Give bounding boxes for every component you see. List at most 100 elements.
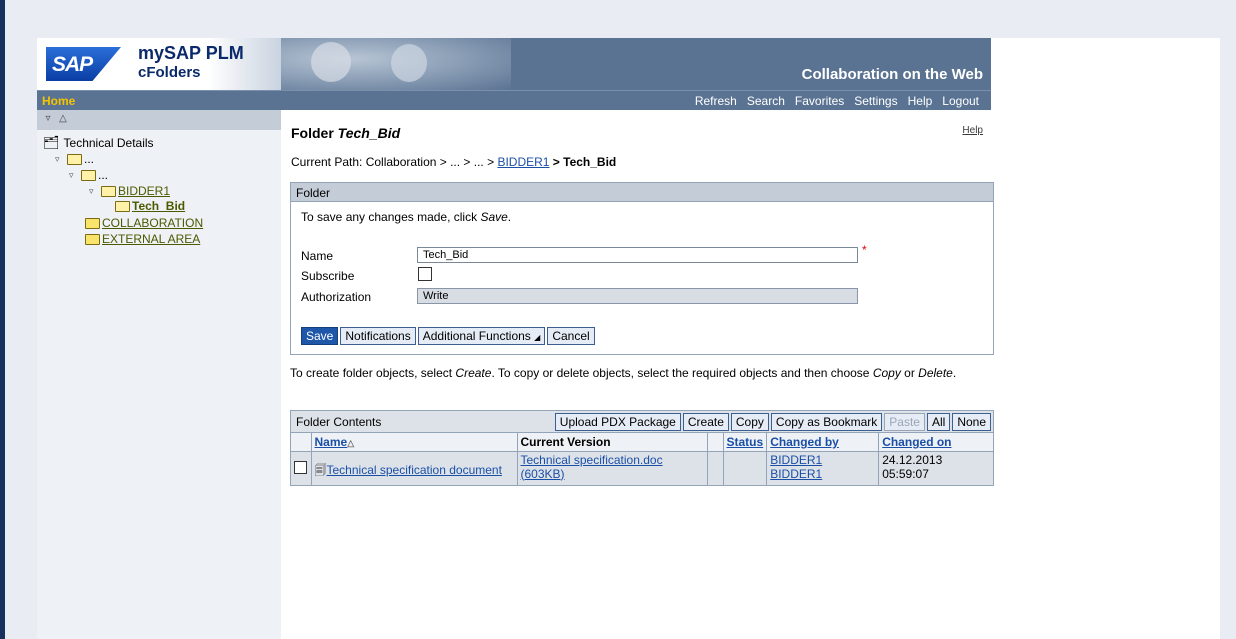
window-left-border [0,0,5,639]
cancel-button[interactable]: Cancel [547,327,595,345]
tree-item-label[interactable]: BIDDER1 [118,184,170,198]
copy-button[interactable]: Copy [730,413,769,431]
expand-icon[interactable]: ▿ [89,186,99,197]
folder-open-icon [81,169,96,181]
nav-search[interactable]: Search [747,94,785,108]
dropdown-arrow-icon: ◢ [534,333,541,342]
row-changed-on-cell: 24.12.2013 05:59:07 [878,451,993,485]
header-tagline: Collaboration on the Web [801,66,983,83]
create-button[interactable]: Create [682,413,729,431]
create-hint: To create folder objects, select Create.… [290,366,957,380]
tree-item-label[interactable]: EXTERNAL AREA [102,232,200,246]
home-link[interactable]: Home [42,94,75,108]
select-none-button[interactable]: None [952,413,991,431]
tree-item-level1[interactable]: ▿ ... [55,152,94,166]
tree-item-label[interactable]: COLLABORATION [102,216,203,230]
folder-panel-title: Folder [291,183,993,202]
tree-item-level2[interactable]: ▿ ... [69,168,108,182]
folder-contents: Folder Contents Upload PDX Package Creat… [290,410,994,486]
nav-settings[interactable]: Settings [854,94,897,108]
logo-area: SAP mySAP PLM cFolders [37,38,281,90]
folder-open-icon [115,200,130,212]
folder-icon [85,233,100,245]
photo-person-1 [311,42,351,82]
upload-pdx-button[interactable]: Upload PDX Package [554,413,681,431]
name-column-header[interactable]: Name△ [311,433,518,452]
row-name-cell: 🗐Technical specification document [311,451,518,485]
tree-root-label: Technical Details [63,136,154,150]
nav-favorites[interactable]: Favorites [795,94,844,108]
authorization-label: Authorization [301,290,372,304]
name-field[interactable]: Tech_Bid [417,247,858,263]
changed-time: 05:59:07 [882,466,929,481]
sort-ascending-icon[interactable]: △ [347,438,354,448]
paste-button: Paste [884,413,925,431]
tree-item-tech-bid[interactable]: Tech_Bid [115,199,185,213]
cfolders-frame: SAP mySAP PLM cFolders Collaboration on … [37,38,1220,639]
module-name: cFolders [138,64,201,81]
top-navbar: Home Refresh Search Favorites Settings H… [37,90,991,110]
folder-actions: Save Notifications Additional Functions … [301,327,595,345]
product-name: mySAP PLM [138,43,244,63]
tree-item-label[interactable]: Tech_Bid [132,199,185,213]
folder-icon [85,217,100,229]
row-blank-cell [707,451,724,485]
sap-logo-text: SAP [52,53,93,76]
nav-logout[interactable]: Logout [942,94,979,108]
authorization-field: Write [417,288,858,304]
tree-toolbar: ▿ △ [37,110,281,130]
folder-open-icon [101,185,116,197]
tree-item-bidder1[interactable]: ▿ BIDDER1 [89,184,170,198]
expand-icon[interactable]: ▿ [69,170,79,181]
table-row: 🗐Technical specification document Techni… [291,451,993,485]
changed-by-column-header[interactable]: Changed by [766,433,880,452]
current-version-column-header: Current Version [517,433,708,452]
changed-on-column-header[interactable]: Changed on [878,433,993,452]
required-marker: * [862,243,867,257]
changed-by-link[interactable]: BIDDER1 [770,467,875,481]
collapse-all-icon[interactable]: △ [57,113,69,125]
header-photo [281,38,511,90]
notifications-button[interactable]: Notifications [340,327,416,345]
changed-by-link[interactable]: BIDDER1 [770,453,875,467]
folder-open-icon [67,153,82,165]
save-button[interactable]: Save [301,327,339,345]
tree-item-external-area[interactable]: EXTERNAL AREA [85,232,200,246]
folder-panel: Folder To save any changes made, click S… [290,182,994,355]
nav-help[interactable]: Help [908,94,933,108]
subscribe-label: Subscribe [301,269,355,283]
status-column-header[interactable]: Status [723,433,768,452]
nav-links: Refresh Search Favorites Settings Help L… [695,94,979,108]
row-version-cell: Technical specification.doc (603KB) [517,451,708,485]
tree-root[interactable]: 🗂 Technical Details [43,135,154,151]
row-select-cell [291,451,312,485]
folder-contents-header: Folder Contents Upload PDX Package Creat… [291,411,993,433]
folder-tree: ▿ △ 🗂 Technical Details ▿ ... ▿ ... ▿ BI… [37,110,281,639]
subscribe-checkbox[interactable] [418,267,432,281]
additional-functions-button[interactable]: Additional Functions ◢ [417,327,546,345]
select-all-button[interactable]: All [926,413,951,431]
nav-refresh[interactable]: Refresh [695,94,737,108]
changed-date: 24.12.2013 [882,452,943,467]
tree-item-collaboration[interactable]: COLLABORATION [85,216,203,230]
photo-person-2 [391,44,427,82]
copy-as-bookmark-button[interactable]: Copy as Bookmark [770,413,883,431]
name-label: Name [301,249,334,263]
sap-logo: SAP [46,47,121,81]
contents-table: Name△ Current Version Status Changed by … [291,433,993,485]
select-column-header [291,433,312,452]
document-name-link[interactable]: Technical specification document [327,463,502,477]
folder-contents-title: Folder Contents [296,415,382,429]
help-link[interactable]: Help [962,125,983,136]
row-checkbox[interactable] [294,460,307,474]
breadcrumb-bidder1-link[interactable]: BIDDER1 [497,155,549,169]
binoculars-icon: 🗂 [43,135,60,150]
tree-item-label: ... [84,152,95,166]
expand-icon[interactable]: ▿ [55,154,65,165]
header-banner: SAP mySAP PLM cFolders Collaboration on … [37,38,991,90]
expand-all-icon[interactable]: ▿ [42,113,54,125]
save-hint: To save any changes made, click Save. [301,210,512,224]
version-file-link[interactable]: Technical specification.doc (603KB) [521,453,663,481]
table-header-row: Name△ Current Version Status Changed by … [291,433,993,452]
document-icon: 🗐 [314,462,327,477]
